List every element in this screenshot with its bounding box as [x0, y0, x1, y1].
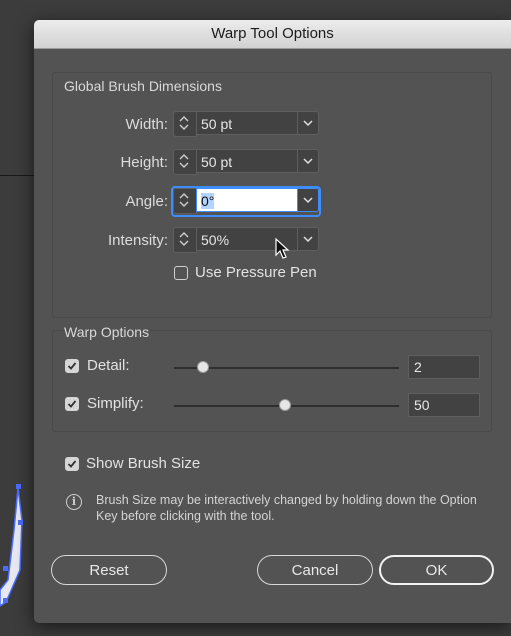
- angle-value: 0°: [201, 193, 215, 209]
- checkmark-icon: [67, 400, 77, 408]
- angle-stepper[interactable]: [173, 188, 197, 214]
- ok-button[interactable]: OK: [379, 555, 494, 585]
- checkmark-icon: [67, 460, 77, 468]
- canvas-artwork: [0, 484, 23, 607]
- dialog-title: Warp Tool Options: [34, 20, 511, 49]
- chevron-down-icon: [303, 120, 313, 127]
- height-dropdown[interactable]: [297, 149, 319, 173]
- width-stepper[interactable]: [173, 111, 197, 137]
- cancel-button[interactable]: Cancel: [257, 555, 373, 585]
- simplify-value-input[interactable]: 50: [408, 393, 480, 417]
- stepper-arrows-icon: [179, 154, 189, 168]
- height-label: Height:: [120, 154, 168, 171]
- chevron-down-icon: [303, 236, 313, 243]
- stepper-arrows-icon: [179, 232, 189, 246]
- intensity-stepper[interactable]: [173, 227, 197, 253]
- info-icon: i: [66, 494, 82, 510]
- use-pressure-pen-checkbox[interactable]: [174, 266, 188, 280]
- warp-tool-options-dialog: Warp Tool Options Global Brush Dimension…: [34, 20, 511, 623]
- detail-slider-thumb[interactable]: [197, 361, 209, 373]
- simplify-checkbox[interactable]: [65, 397, 79, 411]
- width-input[interactable]: 50 pt: [196, 111, 298, 135]
- angle-label: Angle:: [125, 193, 168, 210]
- simplify-label[interactable]: Simplify:: [87, 395, 144, 412]
- mouse-cursor-icon: [275, 238, 290, 259]
- warp-options-title: Warp Options: [64, 324, 150, 340]
- height-stepper[interactable]: [173, 149, 197, 175]
- chevron-down-icon: [303, 197, 313, 204]
- chevron-down-icon: [303, 158, 313, 165]
- width-label: Width:: [125, 116, 168, 133]
- use-pressure-pen-label[interactable]: Use Pressure Pen: [195, 264, 317, 281]
- show-brush-size-checkbox[interactable]: [65, 457, 79, 471]
- intensity-dropdown[interactable]: [297, 227, 319, 251]
- stepper-arrows-icon: [179, 193, 189, 207]
- detail-label[interactable]: Detail:: [87, 357, 130, 374]
- detail-checkbox[interactable]: [65, 359, 79, 373]
- checkmark-icon: [67, 362, 77, 370]
- simplify-slider-thumb[interactable]: [279, 399, 291, 411]
- canvas-guide-line: [0, 175, 34, 176]
- angle-input[interactable]: 0°: [196, 188, 298, 212]
- width-dropdown[interactable]: [297, 111, 319, 135]
- brush-size-info-text: Brush Size may be interactively changed …: [96, 493, 477, 523]
- angle-dropdown[interactable]: [297, 188, 319, 212]
- show-brush-size-label[interactable]: Show Brush Size: [86, 455, 200, 472]
- global-brush-dimensions-title: Global Brush Dimensions: [64, 78, 222, 94]
- detail-value-input[interactable]: 2: [408, 355, 480, 379]
- stepper-arrows-icon: [179, 116, 189, 130]
- height-input[interactable]: 50 pt: [196, 149, 298, 173]
- intensity-label: Intensity:: [107, 232, 168, 249]
- reset-button[interactable]: Reset: [51, 555, 167, 585]
